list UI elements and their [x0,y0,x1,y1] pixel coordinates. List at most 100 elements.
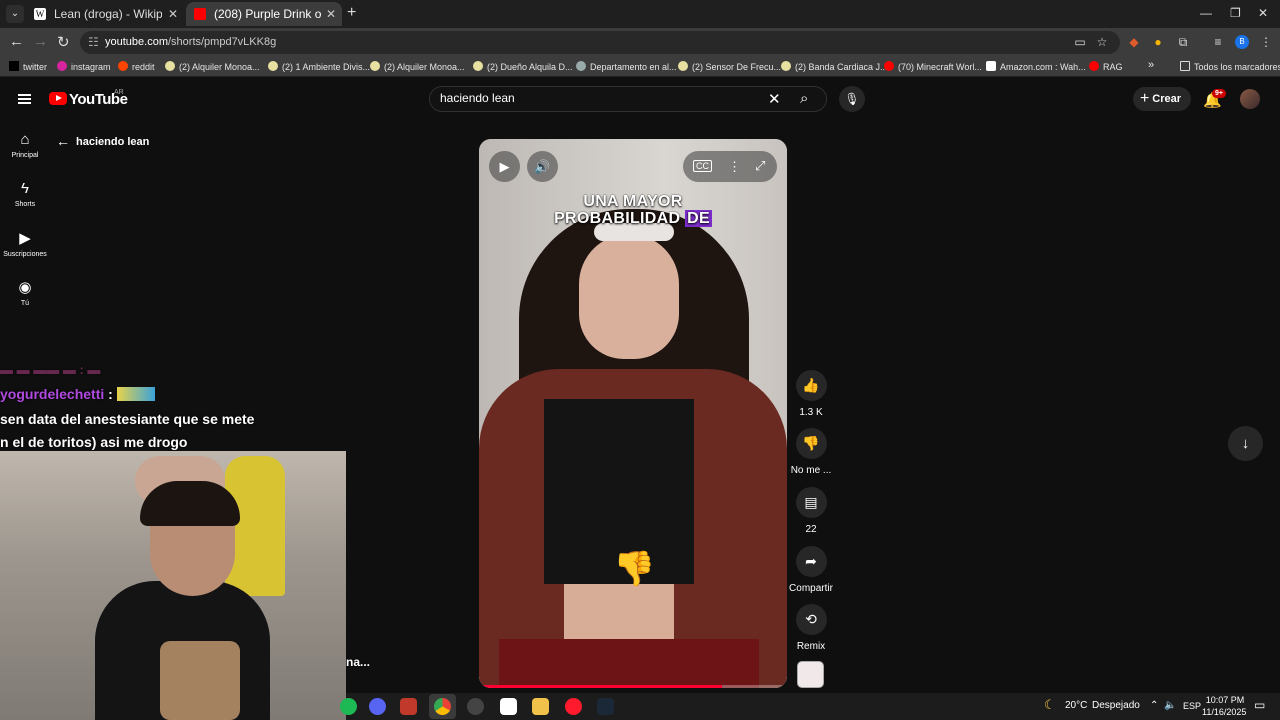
more-options-icon[interactable]: ⋮ [728,159,741,175]
weather-desc[interactable]: Despejado [1092,700,1140,711]
bookmark-item[interactable]: Departamento en al... [576,61,677,72]
avatar[interactable] [1240,89,1260,109]
site-icon [576,61,586,71]
bookmark-item[interactable]: twitter [9,61,47,72]
bookmarks-overflow-button[interactable]: » [1148,59,1154,71]
new-tab-icon[interactable]: + [347,4,356,22]
play-icon[interactable]: ▶ [489,151,520,182]
video-caption-line: PROBABILIDAD DE [554,210,712,227]
back-icon[interactable]: ← [9,33,24,50]
tab-title: Lean (droga) - Wikipedia, la en [54,7,162,21]
extension-color-icon[interactable]: ● [1151,35,1165,49]
webcam-overlay [0,451,346,720]
voicemeeter-icon[interactable] [400,698,417,715]
video-caption-line: UNA MAYOR [583,193,683,210]
search-icon[interactable]: ⌕ [800,90,808,107]
media-controls-icon[interactable]: ≡ [1211,35,1225,49]
comment-icon: ▤ [795,487,827,518]
fullscreen-icon[interactable]: ⤢ [755,158,765,174]
player-controls-pill: CC ⋮ ⤢ [683,151,777,182]
marketplace-icon [370,61,380,71]
profile-icon[interactable]: B [1235,35,1249,49]
clear-search-icon[interactable]: ✕ [768,90,781,108]
capcut-icon[interactable] [500,698,517,715]
bookmark-item[interactable]: (2) Alquiler Monoa... [165,61,260,72]
tray-chevron-icon[interactable]: ⌃ [1150,700,1158,711]
remix-button[interactable]: ⟲ Remix [786,604,836,652]
chrome-icon[interactable] [434,698,451,715]
next-short-arrow-icon[interactable]: ↓ [1228,426,1263,461]
bookmark-item[interactable]: reddit [118,61,155,72]
forward-icon[interactable]: → [33,33,48,50]
close-tab-icon[interactable]: ✕ [326,2,336,26]
bookmark-item[interactable]: instagram [57,61,111,72]
folder-icon [1180,61,1190,71]
volume-icon[interactable]: 🔊 [527,151,558,182]
like-button[interactable]: 👍 1.3 K [786,370,836,418]
video-progress-bar[interactable] [479,685,787,688]
sound-thumbnail[interactable] [797,661,824,688]
file-explorer-icon[interactable] [532,698,549,715]
remix-icon: ⟲ [795,604,827,635]
opera-gx-icon[interactable] [565,698,582,715]
steam-icon[interactable] [597,698,614,715]
back-to-results[interactable]: ← haciendo lean [56,133,149,149]
all-bookmarks-folder[interactable]: Todos los marcadores [1180,61,1280,72]
bookmark-item[interactable]: (70) Minecraft Worl... [884,61,982,72]
you-icon: ◉ [18,279,32,296]
shorts-player[interactable]: 👎 ▶ 🔊 CC ⋮ ⤢ UNA MAYOR PROBABILIDAD DE [479,139,787,688]
search-box[interactable]: ✕ ⌕ [429,86,827,112]
url-text: youtube.com/shorts/pmpd7vLKK8g [105,36,277,48]
bookmark-item[interactable]: (2) Dueño Alquila D... [473,61,573,72]
guide-item-home[interactable]: ⌂ Principal [0,131,50,159]
address-bar[interactable]: ☷ youtube.com/shorts/pmpd7vLKK8g ▭ ☆ [80,31,1120,54]
minimize-icon[interactable]: — [1200,6,1212,20]
volume-tray-icon[interactable]: 🔈 [1164,700,1176,711]
guide-item-subscriptions[interactable]: ▶ Suscripciones [0,229,50,258]
menu-kebab-icon[interactable]: ⋮ [1259,35,1273,49]
create-button[interactable]: + Crear [1133,87,1191,111]
discord-icon[interactable] [369,698,386,715]
tab-search-button[interactable]: ⌄ [6,5,24,23]
bookmark-item[interactable]: RAG [1089,61,1123,72]
bookmark-item[interactable]: (2) Banda Cardiaca J... [781,61,888,72]
tab-youtube[interactable]: (208) Purple Drink o Lean🍷 Ex ✕ [186,2,342,26]
like-icon: 👍 [795,370,827,401]
marketplace-icon [165,61,175,71]
youtube-logo-icon[interactable] [49,92,67,105]
dislike-button[interactable]: 👎 No me ... [786,428,836,476]
bookmark-item[interactable]: (2) 1 Ambiente Divis... [268,61,370,72]
weather-temp[interactable]: 20°C [1065,700,1087,711]
bookmark-item[interactable]: (2) Alquiler Monoa... [370,61,465,72]
restore-icon[interactable]: ❐ [1230,6,1241,20]
thumbs-down-emoji-icon: 👎 [613,550,656,588]
site-info-icon[interactable]: ☷ [88,35,99,49]
comments-button[interactable]: ▤ 22 [786,487,836,535]
reload-icon[interactable]: ↻ [57,33,70,51]
share-button[interactable]: ➦ Compartir [786,546,836,594]
clock-date[interactable]: 11/16/2025 [1202,707,1246,717]
bookmark-star-icon[interactable]: ☆ [1095,35,1109,49]
bookmark-item[interactable]: Amazon.com : Wah... [986,61,1086,72]
obs-icon[interactable] [467,698,484,715]
dislike-icon: 👎 [795,428,827,459]
guide-item-shorts[interactable]: ϟ Shorts [0,180,50,208]
share-icon: ➦ [795,546,827,577]
tab-wikipedia[interactable]: W Lean (droga) - Wikipedia, la en ✕ [26,2,184,26]
extension-fox-icon[interactable]: ◆ [1127,35,1141,49]
clock-time[interactable]: 10:07 PM [1205,695,1245,705]
extensions-icon[interactable]: ⧉ [1176,35,1190,49]
wikipedia-icon: W [34,8,46,20]
hamburger-menu-icon[interactable] [18,94,31,104]
language-indicator[interactable]: ESP [1183,701,1201,711]
close-window-icon[interactable]: ✕ [1258,6,1268,20]
bookmark-item[interactable]: (2) Sensor De Frecu... [678,61,781,72]
spotify-icon[interactable] [340,698,357,715]
microphone-icon[interactable]: 🎙 [839,86,865,112]
search-input[interactable] [440,91,760,105]
cast-icon[interactable]: ▭ [1073,35,1087,49]
notification-center-icon[interactable]: ▭ [1254,698,1265,712]
close-tab-icon[interactable]: ✕ [168,2,178,26]
captions-icon[interactable]: CC [693,160,712,172]
guide-item-you[interactable]: ◉ Tú [0,278,50,307]
